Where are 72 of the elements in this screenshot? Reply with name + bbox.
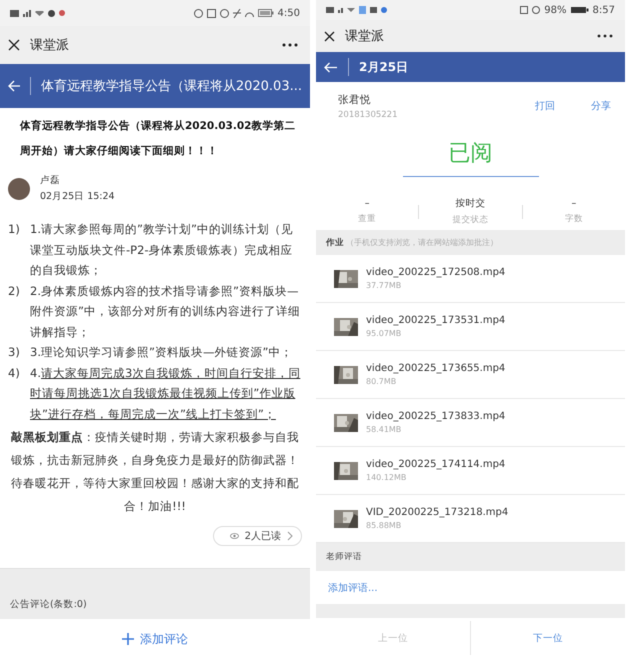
page-title: 2月25日 (359, 58, 408, 76)
app-title: 课堂派 (345, 28, 384, 45)
list-marker: 1) (8, 221, 21, 238)
list-marker: 3) (8, 344, 21, 361)
add-comment-button[interactable]: 添加评论 (0, 619, 310, 659)
list-marker: 2) (8, 282, 21, 300)
file-size: 140.12MB (366, 473, 408, 482)
more-icon[interactable] (597, 34, 613, 38)
dot-icon (59, 10, 65, 16)
avatar (8, 178, 30, 200)
app-title: 课堂派 (30, 37, 69, 54)
list-item-text: 2.身体素质锻炼内容的技术指导请参照”资料版块—附件资源”中，该部分对所有的训练内容进行了详细讲解指导； (30, 282, 301, 340)
post-date: 02月25日 15:24 (40, 190, 115, 203)
next-button[interactable]: 下一位 (471, 618, 625, 658)
wifi-icon (35, 10, 44, 16)
file-size: 85.88MB (366, 521, 402, 530)
student-id: 20181305221 (338, 110, 398, 120)
battery-percent: 98% (544, 4, 567, 16)
signal-icon (338, 8, 343, 12)
stat-value: – (571, 198, 576, 209)
file-size: 58.41MB (366, 425, 402, 434)
battery-icon (258, 8, 274, 18)
list-item-text: 4.请大家每周完成3次自我锻炼，时间自行安排，同时请每周挑选1次自我锻炼最佳视频上传到”作业版块”进行存档，每周完成一次”线上打卡签到”； (30, 364, 302, 422)
list-item-text: 1.请大家参照每周的”教学计划”中的训练计划（见课堂互动版块文件-P2-身体素质锻炼表）完成相应的自我锻炼； (30, 221, 294, 279)
dot-icon (381, 7, 387, 13)
file-row[interactable]: video_200225_173531.mp4 95.07MB (316, 303, 625, 351)
wifi-icon (347, 8, 355, 12)
post-title: 体育远程教学指导公告（课程将从2020.03.02教学第二周开始）请大家仔细阅读下面细则！！！ (18, 118, 296, 159)
stat-label: 查重 (358, 213, 376, 225)
section-hint: （手机仅支持浏览，请在网站端添加批注） (346, 237, 498, 248)
plus-icon (122, 633, 134, 645)
file-name: VID_20200225_173218.mp4 (366, 507, 508, 518)
file-name: video_200225_173833.mp4 (366, 411, 506, 422)
more-icon[interactable] (282, 43, 298, 47)
back-icon[interactable] (324, 62, 338, 72)
status-time: 4:50 (278, 8, 300, 18)
read-count-button[interactable]: 2人已读 (212, 526, 302, 546)
close-icon[interactable] (8, 39, 20, 51)
stat-label: 字数 (564, 213, 583, 225)
file-row[interactable]: video_200225_172508.mp4 37.77MB (316, 255, 625, 303)
author-name: 卢磊 (40, 174, 61, 187)
signal-icon (23, 10, 31, 16)
file-name: video_200225_174114.mp4 (366, 459, 506, 470)
note-paragraph: 敲黑板划重点：疫情关键时期，劳请大家积极参与自我锻炼，抗击新冠肺炎，自身免疫力是最好的防御武器！待春暖花开，等待大家重回校园！感谢大家的支持和配合！加油!!! (10, 429, 300, 515)
close-icon[interactable] (324, 30, 335, 42)
file-size: 37.77MB (366, 281, 402, 290)
stat-value: 按时交 (455, 197, 486, 210)
file-size: 95.07MB (366, 329, 402, 338)
list-marker: 4) (8, 364, 21, 382)
file-size: 80.7MB (366, 377, 398, 386)
status-time: 8:57 (592, 4, 615, 16)
list-item-text: 3.理论知识学习请参照”资料版块—外链资源”中； (30, 344, 292, 361)
file-name: video_200225_173655.mp4 (366, 363, 506, 374)
section-title: 作业 (326, 236, 344, 248)
comments-header: 公告评论(条数:0) (10, 598, 87, 611)
back-icon[interactable] (8, 80, 20, 92)
stat-value: – (364, 198, 370, 209)
section-title: 老师评语 (326, 551, 362, 563)
add-review-link[interactable]: 添加评语... (328, 580, 378, 594)
read-status: 已阅 (402, 138, 538, 177)
file-row[interactable]: video_200225_173655.mp4 80.7MB (316, 351, 625, 399)
page-title: 体育远程教学指导公告（课程将从2020.03... (40, 78, 302, 95)
student-name: 张君悦 (338, 92, 372, 106)
stat-label: 提交状态 (452, 214, 488, 226)
action-link[interactable]: 分享 (591, 99, 611, 113)
action-link[interactable]: 打回 (535, 99, 555, 113)
file-row[interactable]: video_200225_174114.mp4 140.12MB (316, 447, 625, 495)
file-name: video_200225_173531.mp4 (366, 315, 506, 326)
file-name: video_200225_172508.mp4 (366, 267, 506, 278)
chevron-icon (287, 531, 293, 541)
file-row[interactable]: video_200225_173833.mp4 58.41MB (316, 399, 625, 447)
battery-icon (570, 6, 589, 14)
